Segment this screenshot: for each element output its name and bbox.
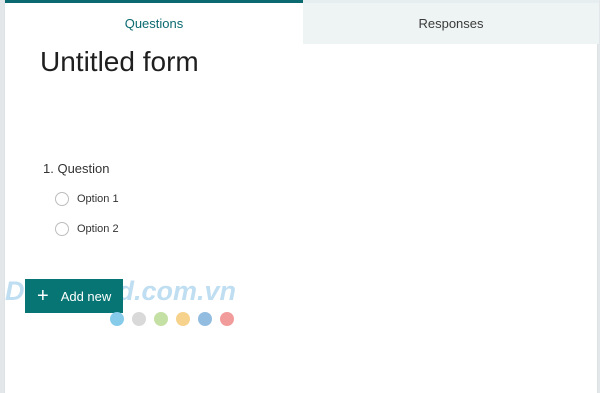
tab-questions[interactable]: Questions bbox=[5, 0, 303, 44]
watermark-dot bbox=[220, 312, 234, 326]
question-title[interactable]: 1. Question bbox=[43, 161, 110, 176]
watermark-dot bbox=[154, 312, 168, 326]
option-label: Option 1 bbox=[77, 193, 119, 205]
watermark-dot bbox=[110, 312, 124, 326]
option-2[interactable]: Option 2 bbox=[55, 222, 119, 236]
watermark-dots bbox=[110, 312, 242, 326]
tab-bar: Questions Responses bbox=[5, 0, 599, 44]
plus-icon: + bbox=[37, 285, 49, 307]
watermark-dot bbox=[176, 312, 190, 326]
option-label: Option 2 bbox=[77, 223, 119, 235]
watermark-dot bbox=[132, 312, 146, 326]
form-title[interactable]: Untitled form bbox=[40, 46, 199, 78]
radio-button-icon[interactable] bbox=[55, 192, 69, 206]
add-new-label: Add new bbox=[60, 288, 112, 304]
add-new-button[interactable]: + Add new bbox=[25, 279, 123, 313]
watermark-dot bbox=[198, 312, 212, 326]
tab-responses[interactable]: Responses bbox=[303, 0, 599, 44]
form-editor: Questions Responses Untitled form 1. Que… bbox=[4, 0, 599, 393]
option-1[interactable]: Option 1 bbox=[55, 192, 119, 206]
radio-button-icon[interactable] bbox=[55, 222, 69, 236]
